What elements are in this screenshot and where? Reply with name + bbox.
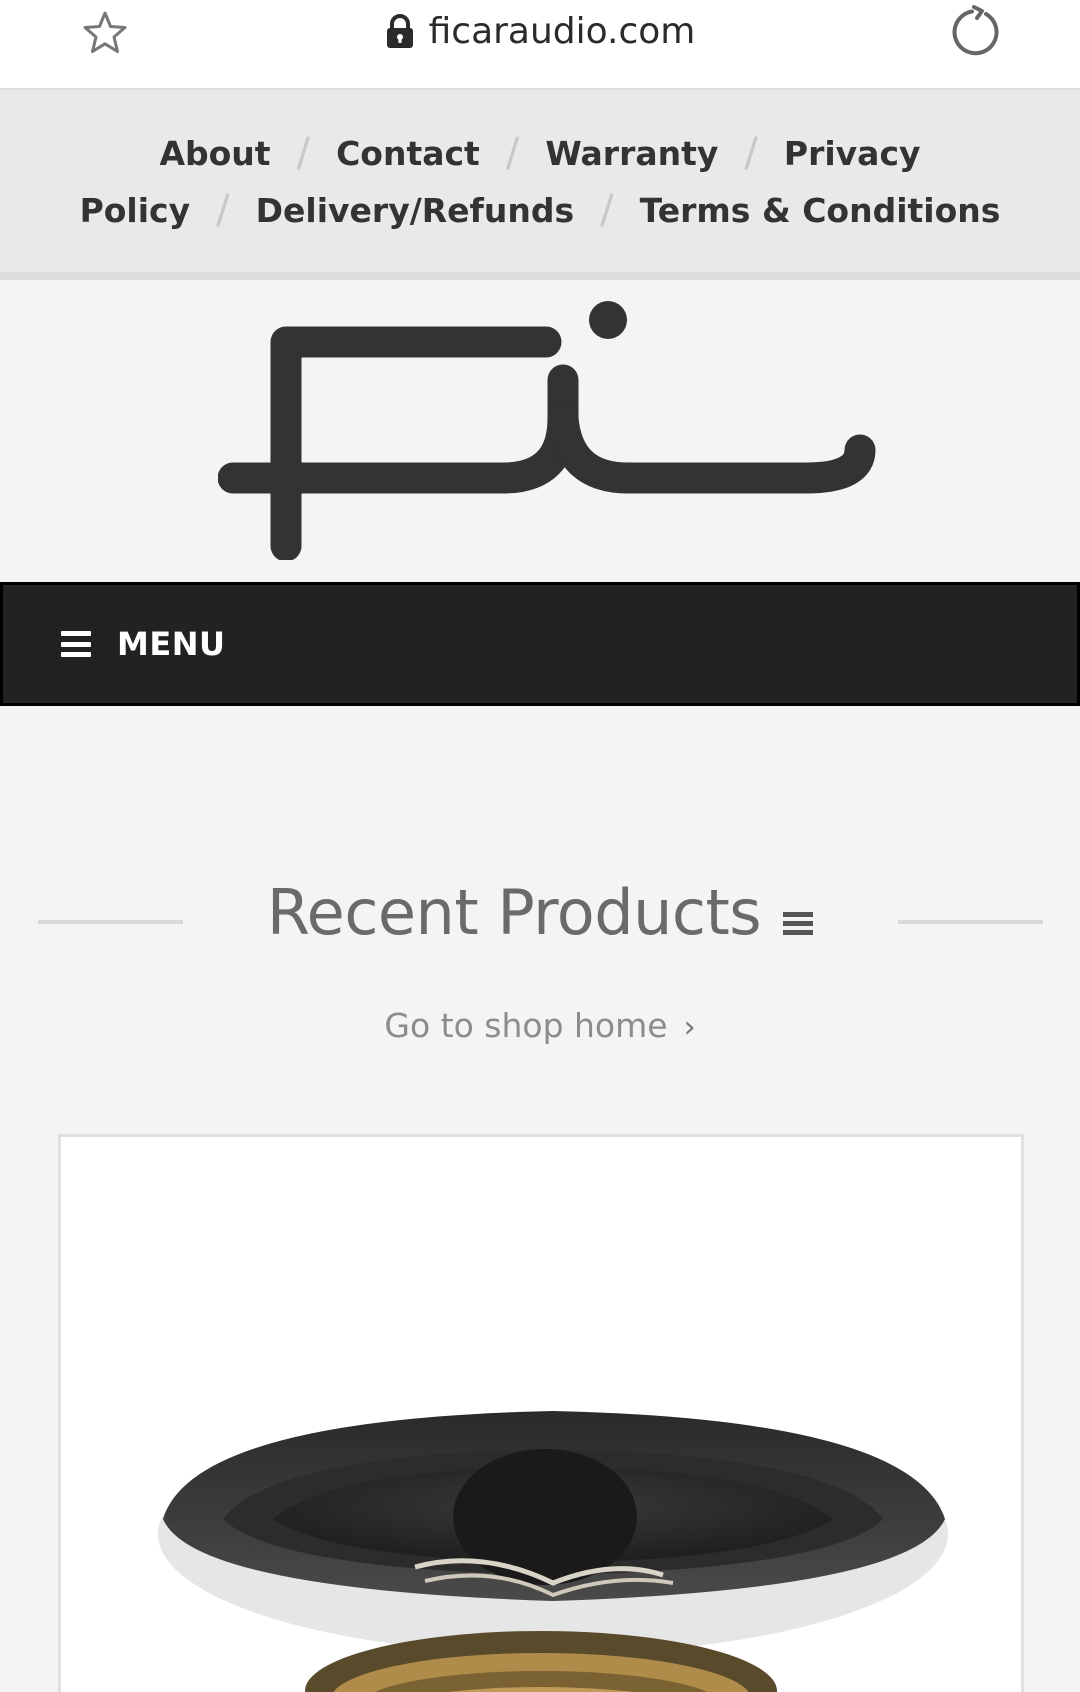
nav-link-privacy-policy[interactable]: Privacy xyxy=(784,134,921,173)
shop-home-label: Go to shop home xyxy=(384,1006,668,1045)
top-links-row-1: About / Contact / Warranty / Privacy xyxy=(0,130,1080,176)
header-logo-area xyxy=(0,280,1080,582)
nav-link-warranty[interactable]: Warranty xyxy=(545,134,718,173)
chevron-right-icon: › xyxy=(683,1010,696,1045)
main-menu-toggle[interactable]: MENU xyxy=(0,582,1080,706)
nav-link-contact[interactable]: Contact xyxy=(336,134,480,173)
go-to-shop-home-link[interactable]: Go to shop home › xyxy=(0,1006,1080,1045)
link-separator: / xyxy=(600,187,614,233)
product-image-speaker[interactable] xyxy=(153,1369,953,1692)
nav-link-delivery-refunds[interactable]: Delivery/Refunds xyxy=(256,191,575,230)
browser-url-bar: ficaraudio.com xyxy=(0,0,1080,90)
divider-right xyxy=(898,920,1043,924)
url-text: ficaraudio.com xyxy=(428,10,696,52)
nav-link-about[interactable]: About xyxy=(159,134,270,173)
nav-link-privacy-policy-cont[interactable]: Policy xyxy=(80,191,191,230)
top-links-row-2: Policy / Delivery/Refunds / Terms & Cond… xyxy=(0,187,1080,233)
hamburger-icon xyxy=(61,631,91,657)
lock-icon xyxy=(385,14,415,48)
link-separator: / xyxy=(505,130,520,176)
reload-icon[interactable] xyxy=(944,2,1006,62)
link-separator: / xyxy=(744,130,758,176)
menu-label: MENU xyxy=(117,625,226,663)
fi-logo-icon[interactable] xyxy=(218,290,884,560)
list-view-icon[interactable] xyxy=(783,912,814,936)
top-links-bar: About / Contact / Warranty / Privacy Pol… xyxy=(0,90,1080,280)
recent-products-title: Recent Products xyxy=(266,876,762,949)
recent-products-header: Recent Products xyxy=(0,870,1080,970)
nav-link-terms-conditions[interactable]: Terms & Conditions xyxy=(640,191,1001,230)
address-field[interactable]: ficaraudio.com xyxy=(0,0,1080,62)
link-separator: / xyxy=(296,130,311,176)
product-card[interactable] xyxy=(58,1134,1024,1692)
section-title: Recent Products xyxy=(0,876,1080,949)
link-separator: / xyxy=(216,187,230,233)
